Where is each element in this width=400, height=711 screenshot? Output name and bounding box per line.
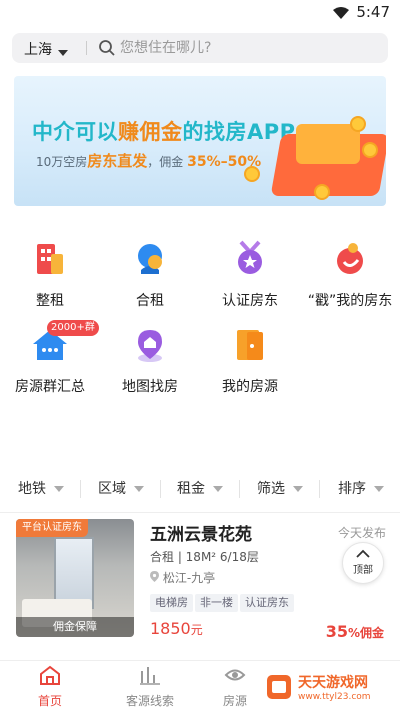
- filter-label: 排序: [338, 481, 366, 497]
- tab-label: 首页: [37, 694, 62, 708]
- chart-icon: [140, 667, 160, 685]
- grid-item-my-listings[interactable]: 我的房源: [200, 326, 300, 396]
- search-divider: [86, 41, 87, 55]
- filter-district[interactable]: 区域: [98, 478, 144, 498]
- coin-icon: [362, 142, 378, 158]
- coin-icon: [314, 184, 330, 200]
- tab-home[interactable]: 首页: [5, 665, 95, 709]
- search-icon: [98, 39, 116, 61]
- medal-icon: [231, 240, 269, 278]
- house-illustration: [296, 124, 360, 164]
- banner-title-part1: 中介可以: [32, 120, 118, 144]
- tab-label: 客源线索: [125, 694, 174, 708]
- filter-label: 地铁: [18, 481, 46, 497]
- filter-label: 区域: [98, 481, 126, 497]
- filter-divider: [80, 480, 81, 498]
- back-to-top-label: 顶部: [353, 565, 373, 576]
- tab-leads[interactable]: 客源线索: [105, 665, 195, 709]
- chevron-down-icon: [374, 486, 384, 492]
- commission-value: 35: [325, 622, 348, 641]
- grid-item-label: 地图找房: [122, 379, 178, 395]
- filter-more[interactable]: 筛选: [257, 478, 303, 498]
- price-value: 1850: [150, 619, 191, 638]
- certified-tag: 平台认证房东: [16, 519, 88, 537]
- grid-item-map-search[interactable]: 地图找房: [100, 326, 200, 396]
- filter-rent[interactable]: 租金: [177, 478, 223, 498]
- watermark-logo-icon: [267, 675, 291, 699]
- app-screen: 5:47 上海 中介可以赚佣金的找房APP 10万空房房东直发，佣金 35%–5…: [0, 0, 400, 711]
- listing-chip: 认证房东: [240, 594, 294, 612]
- grid-item-listing-groups[interactable]: 2000+群 房源群汇总: [0, 320, 100, 396]
- filter-divider: [239, 480, 240, 498]
- search-input[interactable]: [120, 37, 380, 59]
- listing-chip: 非一楼: [195, 594, 238, 612]
- watermark: 天天游戏网 www.ttyl23.com: [258, 668, 398, 708]
- chevron-down-icon: [293, 486, 303, 492]
- banner-title-highlight: 赚佣金: [118, 120, 183, 144]
- filter-sort[interactable]: 排序: [338, 478, 384, 498]
- chevron-down-icon: [213, 486, 223, 492]
- commission-unit: %佣金: [347, 626, 384, 640]
- filter-divider: [319, 480, 320, 498]
- listing-title[interactable]: 五洲云景花苑: [150, 520, 252, 545]
- grid-item-label: 合租: [136, 293, 164, 309]
- building-icon: [31, 240, 69, 278]
- filter-bar: 地铁 区域 租金 筛选 排序: [0, 472, 400, 504]
- door-icon: [231, 326, 269, 364]
- grid-item-shared-rent[interactable]: 合租: [100, 240, 200, 310]
- grid-item-label: 我的房源: [222, 379, 278, 395]
- eye-icon: [224, 669, 246, 681]
- grid-item-label: 房源群汇总: [15, 379, 85, 395]
- city-selector[interactable]: 上海: [24, 39, 52, 59]
- watermark-url: www.ttyl23.com: [298, 692, 371, 702]
- banner-subtitle: 10万空房房东直发，佣金 35%–50%: [36, 150, 261, 171]
- listing-meta: 合租 | 18M² 6/18层: [150, 550, 259, 564]
- chevron-down-icon: [134, 486, 144, 492]
- banner-title-part2: 的找房APP: [182, 120, 296, 144]
- search-bar: 上海: [12, 33, 388, 63]
- listing-thumbnail[interactable]: 平台认证房东 佣金保障: [16, 519, 134, 637]
- price-unit: 元: [190, 623, 203, 637]
- filter-subway[interactable]: 地铁: [18, 478, 64, 498]
- listing-chip: 电梯房: [150, 594, 193, 612]
- people-icon: [131, 240, 169, 278]
- banner-sub-part2: ，佣金: [147, 155, 184, 169]
- hand-icon: [331, 240, 369, 278]
- chevron-up-icon: [356, 549, 370, 558]
- wifi-icon: [332, 5, 350, 24]
- filter-divider: [160, 480, 161, 498]
- promo-banner[interactable]: 中介可以赚佣金的找房APP 10万空房房东直发，佣金 35%–50%: [14, 76, 386, 206]
- home-icon: [40, 665, 60, 685]
- status-time: 5:47: [356, 3, 390, 21]
- listing-date: 今天发布: [337, 526, 386, 540]
- listing-commission: 35%佣金: [326, 622, 384, 641]
- listing-price: 1850元: [150, 619, 203, 638]
- map-pin-icon: [131, 326, 169, 364]
- chevron-down-icon: [54, 486, 64, 492]
- watermark-text: 天天游戏网: [298, 675, 368, 691]
- banner-title: 中介可以赚佣金的找房APP: [32, 116, 296, 146]
- filter-label: 租金: [177, 481, 205, 497]
- listing-location: 松江-九亭: [150, 569, 215, 586]
- grid-item-label: 认证房东: [222, 293, 278, 309]
- grid-item-whole-rent[interactable]: 整租: [0, 240, 100, 310]
- banner-sub-part1: 10万空房: [36, 155, 88, 169]
- group-count-badge: 2000+群: [47, 320, 99, 336]
- listing-location-text: 松江-九亭: [162, 571, 216, 585]
- guarantee-label: 佣金保障: [16, 617, 134, 637]
- filter-label: 筛选: [257, 481, 285, 497]
- status-bar: 5:47: [0, 0, 400, 26]
- coin-icon: [244, 166, 260, 182]
- grid-item-poke-landlord[interactable]: “戳”我的房东: [300, 240, 400, 310]
- coin-icon: [350, 116, 366, 132]
- location-pin-icon: [150, 571, 163, 585]
- grid-item-certified-landlord[interactable]: 认证房东: [200, 240, 300, 310]
- grid-item-label: 整租: [36, 293, 64, 309]
- chevron-down-icon[interactable]: [58, 42, 68, 61]
- back-to-top-button[interactable]: 顶部: [342, 542, 384, 584]
- chat-house-icon: 2000+群: [31, 320, 99, 364]
- grid-item-label: “戳”我的房东: [307, 293, 393, 309]
- divider: [0, 512, 400, 513]
- banner-sub-highlight: 房东直发: [87, 152, 148, 170]
